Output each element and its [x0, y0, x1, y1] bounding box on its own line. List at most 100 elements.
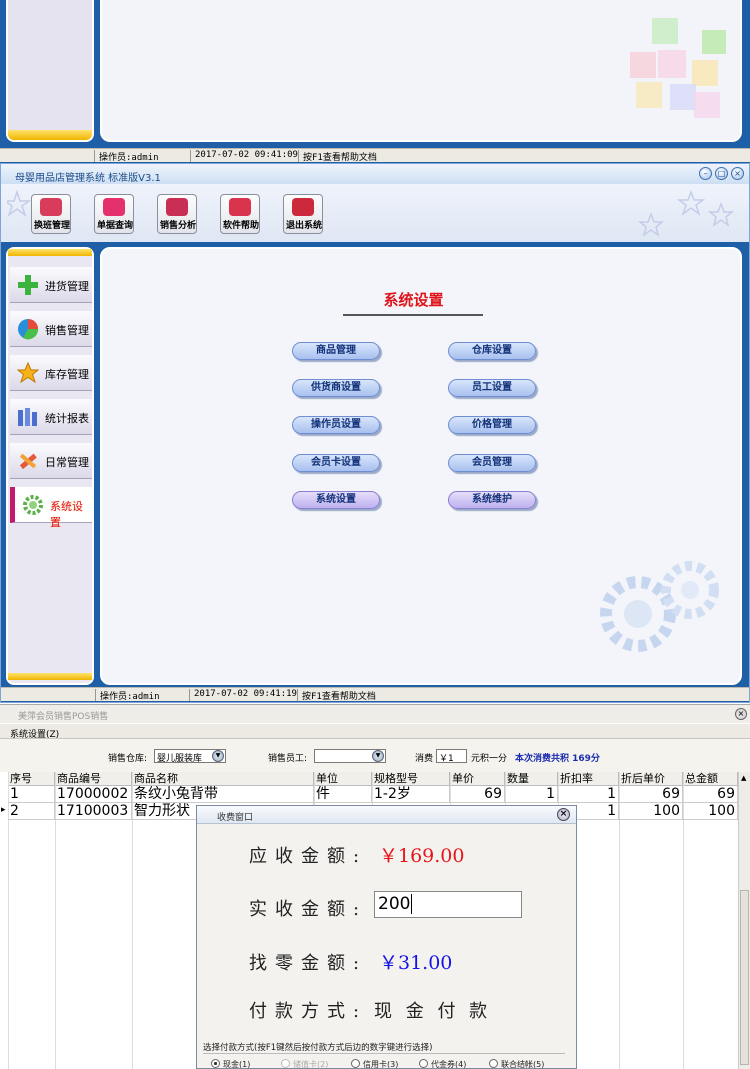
close-icon[interactable]: × — [735, 708, 747, 720]
sidebar-item-inventory[interactable]: 库存管理 — [10, 355, 92, 391]
sidebar-strip — [8, 130, 92, 140]
dropdown-arrow-icon[interactable]: ▼ — [372, 750, 384, 762]
column-header[interactable]: 序号 — [8, 772, 55, 786]
column-header[interactable]: 总金额 — [683, 772, 738, 786]
button-employee-settings[interactable]: 员工设置 — [448, 379, 536, 397]
sidebar-item-sales[interactable]: 销售管理 — [10, 311, 92, 347]
toolbar-button-exit[interactable]: 退出系统 — [283, 194, 323, 234]
help-icon — [229, 198, 251, 216]
table-cell[interactable]: 100 — [619, 803, 683, 820]
sidebar-item-reports[interactable]: 统计报表 — [10, 399, 92, 435]
radio-icon — [281, 1059, 290, 1068]
status-bar: 操作员:admin 2017-07-02 09:41:19 按F1查看帮助文档 — [1, 687, 749, 702]
amount-due-label: 应收金额: — [249, 846, 368, 867]
column-header[interactable]: 数量 — [505, 772, 558, 786]
status-datetime: 2017-07-02 09:41:19 — [189, 689, 297, 701]
bar-chart-icon — [166, 198, 188, 216]
status-bar: 操作员:admin 2017-07-02 09:41:09 按F1查看帮助文档 — [0, 148, 750, 163]
button-warehouse-settings[interactable]: 仓库设置 — [448, 342, 536, 360]
button-member-management[interactable]: 会员管理 — [448, 454, 536, 472]
table-cell[interactable]: 17000002 — [55, 786, 132, 803]
sidebar-item-daily[interactable]: 日常管理 — [10, 443, 92, 479]
toolbar-button-query[interactable]: 单据查询 — [94, 194, 134, 234]
column-header[interactable]: 单位 — [314, 772, 372, 786]
toolbar-label: 销售分析 — [159, 221, 196, 231]
button-product-management[interactable]: 商品管理 — [292, 342, 380, 360]
table-cell[interactable]: 100 — [683, 803, 738, 820]
main-window: 母婴用品店管理系统 标准版V3.1 – □ × 换班管理 单据查询 销售分析 软… — [0, 163, 750, 703]
radio-icon — [351, 1059, 360, 1068]
table-cell[interactable]: 件 — [314, 786, 372, 803]
table-cell[interactable]: 69 — [450, 786, 505, 803]
button-supplier-settings[interactable]: 供货商设置 — [292, 379, 380, 397]
window-title: 母婴用品店管理系统 标准版V3.1 — [1, 164, 749, 184]
column-header[interactable]: 商品名称 — [132, 772, 314, 786]
button-system-settings[interactable]: 系统设置 — [292, 491, 380, 509]
vertical-scrollbar[interactable]: ▲ — [738, 772, 750, 1069]
close-icon[interactable]: × — [731, 167, 744, 180]
points-suffix: 元积一分 — [471, 754, 508, 764]
radio-credit-card[interactable]: 信用卡(3) — [351, 1059, 398, 1069]
sidebar-item-label: 销售管理 — [45, 324, 89, 337]
cubes-decoration-icon — [630, 18, 726, 118]
column-header[interactable]: 商品编号 — [55, 772, 132, 786]
button-membercard-settings[interactable]: 会员卡设置 — [292, 454, 380, 472]
tools-icon — [19, 453, 37, 470]
menu-item-settings[interactable]: 系统设置(Z) — [10, 730, 59, 740]
current-row-indicator-icon: ▸ — [1, 805, 6, 815]
window-previous: 操作员:admin 2017-07-02 09:41:09 按F1查看帮助文档 — [0, 0, 750, 163]
toolbar-button-shift[interactable]: 换班管理 — [31, 194, 71, 234]
toolbar-button-analysis[interactable]: 销售分析 — [157, 194, 197, 234]
toolbar-label: 退出系统 — [285, 221, 322, 231]
toolbar-button-help[interactable]: 软件帮助 — [220, 194, 260, 234]
window-title: 美萍会员销售POS销售 — [0, 705, 750, 723]
sidebar-item-label: 库存管理 — [45, 368, 89, 381]
status-operator: 操作员:admin — [95, 689, 160, 702]
column-header[interactable]: 折扣率 — [558, 772, 619, 786]
table-cell[interactable]: 1 — [8, 786, 55, 803]
button-system-maintenance[interactable]: 系统维护 — [448, 491, 536, 509]
close-icon[interactable]: × — [557, 808, 570, 821]
status-operator: 操作员:admin — [94, 150, 159, 163]
change-label: 找零金额: — [249, 953, 368, 974]
table-cell[interactable]: 2 — [8, 803, 55, 820]
scrollbar-thumb[interactable] — [740, 890, 749, 1065]
column-header[interactable]: 单价 — [450, 772, 505, 786]
column-header[interactable]: 规格型号 — [372, 772, 450, 786]
payment-dialog: 收费窗口 × 应收金额: ￥169.00 实收金额: 200 找零金额: ￥31… — [196, 805, 577, 1069]
consume-input[interactable]: ￥1 — [436, 749, 467, 764]
table-cell[interactable]: 17100003 — [55, 803, 132, 820]
radio-icon — [489, 1059, 498, 1068]
maximize-icon[interactable]: □ — [715, 167, 728, 180]
column-header[interactable]: 折后单价 — [619, 772, 683, 786]
table-cell[interactable]: 条纹小兔背带 — [132, 786, 314, 803]
points-total: 本次消费共积 169分 — [515, 754, 600, 764]
table-cell[interactable]: 1 — [558, 786, 619, 803]
search-icon — [103, 198, 125, 216]
button-price-management[interactable]: 价格管理 — [448, 416, 536, 434]
minimize-icon[interactable]: – — [699, 167, 712, 180]
amount-paid-input[interactable]: 200 — [374, 891, 522, 918]
scroll-up-icon[interactable]: ▲ — [741, 774, 746, 782]
sidebar-item-settings[interactable]: 系统设置 — [10, 487, 92, 529]
dropdown-arrow-icon[interactable]: ▼ — [212, 750, 224, 762]
sidebar-top-bar — [8, 249, 92, 256]
sidebar-item-label: 进货管理 — [45, 280, 89, 293]
table-cell[interactable]: 1-2岁 — [372, 786, 450, 803]
table-cell[interactable]: 1 — [505, 786, 558, 803]
radio-voucher[interactable]: 代金券(4) — [419, 1059, 466, 1069]
main-panel — [100, 0, 742, 142]
radio-stored-value-card: 储值卡(2) — [281, 1059, 328, 1069]
radio-label: 代金券(4) — [431, 1060, 467, 1069]
radio-combined[interactable]: 联合结帐(5) — [489, 1059, 544, 1069]
button-operator-settings[interactable]: 操作员设置 — [292, 416, 380, 434]
payment-method-value: 现 金 付 款 — [374, 1001, 492, 1022]
consume-label: 消费 — [415, 754, 434, 764]
status-help: 按F1查看帮助文档 — [297, 689, 376, 702]
sidebar-item-purchase[interactable]: 进货管理 — [10, 267, 92, 303]
table-cell[interactable]: 69 — [619, 786, 683, 803]
table-cell[interactable]: 69 — [683, 786, 738, 803]
text-cursor — [411, 894, 413, 914]
toolbar-label: 单据查询 — [96, 221, 133, 231]
radio-cash[interactable]: 现金(1) — [211, 1059, 250, 1069]
